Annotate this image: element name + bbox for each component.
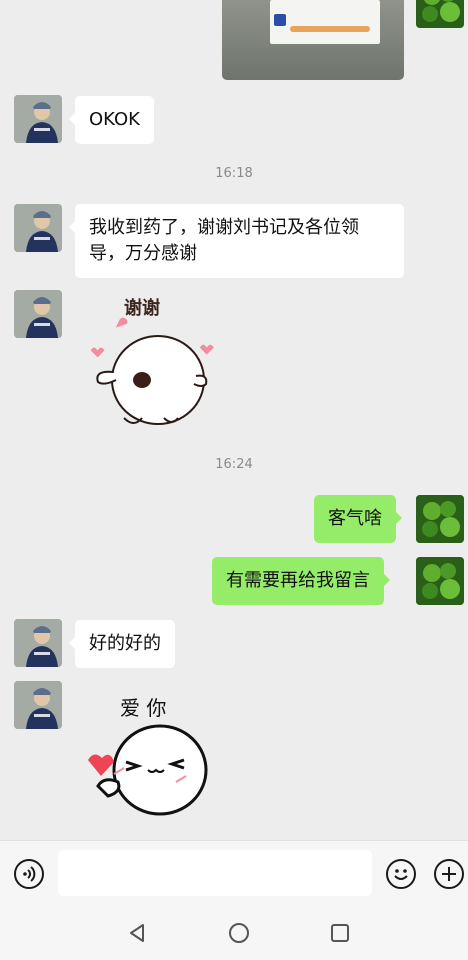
timestamp: 16:18 bbox=[215, 166, 253, 181]
clover-avatar-image bbox=[416, 0, 464, 28]
medicine-box-stripe bbox=[290, 26, 370, 32]
contact-avatar[interactable] bbox=[14, 95, 62, 143]
my-avatar[interactable] bbox=[416, 557, 464, 605]
message-ok-ok[interactable]: 好的好的 bbox=[69, 620, 175, 668]
message-text: OKOK bbox=[89, 109, 140, 130]
message-you-are-welcome[interactable]: 客气啥 bbox=[314, 495, 402, 543]
message-received-medicine[interactable]: 我收到药了，谢谢刘书记及各位领导，万分感谢 bbox=[69, 204, 404, 278]
voice-icon bbox=[23, 866, 36, 882]
voice-button[interactable] bbox=[14, 859, 44, 889]
plus-icon bbox=[442, 867, 456, 881]
person-avatar-image bbox=[14, 204, 62, 252]
my-avatar[interactable] bbox=[416, 495, 464, 543]
sticker-image bbox=[88, 724, 208, 816]
nav-back-icon[interactable] bbox=[125, 921, 149, 945]
nav-recents-icon[interactable] bbox=[328, 921, 352, 945]
clover-avatar-image bbox=[416, 557, 464, 605]
contact-avatar[interactable] bbox=[14, 290, 62, 338]
message-leave-message[interactable]: 有需要再给我留言 bbox=[212, 557, 390, 605]
message-text: 我收到药了，谢谢刘书记及各位领导，万分感谢 bbox=[89, 217, 359, 264]
sticker-love-you[interactable]: 爱 你 bbox=[80, 690, 220, 840]
message-okok[interactable]: OKOK bbox=[69, 96, 154, 144]
medicine-box-image bbox=[270, 0, 380, 44]
timestamp: 16:24 bbox=[215, 457, 253, 472]
contact-avatar[interactable] bbox=[14, 619, 62, 667]
contact-avatar[interactable] bbox=[14, 681, 62, 729]
chat-area[interactable]: OKOK 16:18 我收到药了，谢谢刘书记及各位领导，万分感谢 谢谢 16:2… bbox=[0, 0, 468, 840]
person-avatar-image bbox=[14, 95, 62, 143]
sticker-thanks[interactable]: 谢谢 bbox=[78, 286, 228, 434]
sticker-image bbox=[90, 317, 214, 425]
person-avatar-image bbox=[14, 619, 62, 667]
message-text: 有需要再给我留言 bbox=[226, 570, 370, 591]
message-text: 好的好的 bbox=[89, 633, 161, 654]
image-message[interactable] bbox=[222, 0, 404, 80]
clover-avatar-image bbox=[416, 495, 464, 543]
plus-button[interactable] bbox=[434, 859, 464, 889]
message-input-bar bbox=[0, 840, 468, 907]
emoji-button[interactable] bbox=[386, 859, 416, 889]
message-input[interactable] bbox=[58, 850, 372, 896]
my-avatar[interactable] bbox=[416, 0, 464, 28]
nav-home-icon[interactable] bbox=[227, 921, 251, 945]
person-avatar-image bbox=[14, 681, 62, 729]
message-text: 客气啥 bbox=[328, 508, 382, 529]
system-navigation-bar bbox=[0, 906, 468, 960]
contact-avatar[interactable] bbox=[14, 204, 62, 252]
emoji-icon bbox=[394, 869, 408, 880]
medicine-box-logo bbox=[274, 14, 286, 26]
person-avatar-image bbox=[14, 290, 62, 338]
